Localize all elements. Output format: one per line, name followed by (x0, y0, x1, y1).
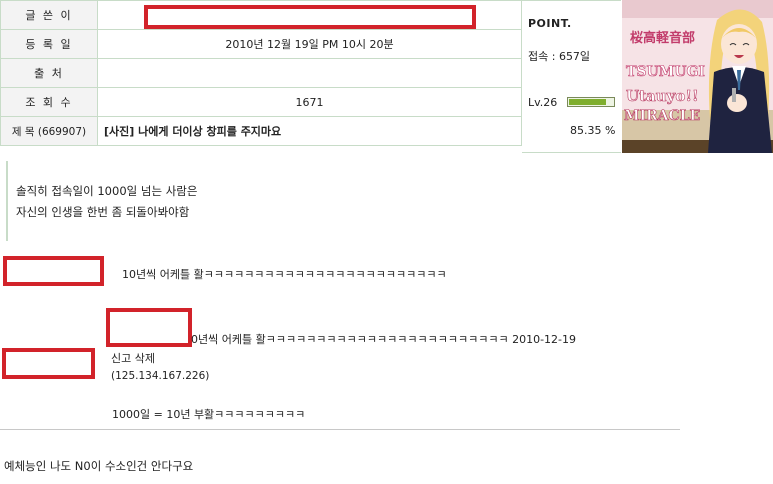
views-label: 조 회 수 (0, 87, 98, 117)
point-panel: POINT. 접속 : 657일 Lv.26 85.35 % (522, 0, 621, 153)
comment-divider (0, 429, 680, 430)
level-label: Lv.26 (528, 96, 558, 109)
source-label: 출 처 (0, 58, 98, 88)
subject-label: 제 목 (669907) (0, 116, 98, 146)
comment-1-author-redaction (3, 256, 104, 286)
report-link[interactable]: 신고 (111, 352, 131, 365)
comment-3-text: 1000일 = 10년 부활ㅋㅋㅋㅋㅋㅋㅋㅋㅋ (112, 408, 306, 421)
delete-link[interactable]: 삭제 (135, 352, 155, 365)
level-percent: 85.35 % (570, 124, 616, 137)
comment-2-text: 0년씩 어케틀 활ㅋㅋㅋㅋㅋㅋㅋㅋㅋㅋㅋㅋㅋㅋㅋㅋㅋㅋㅋㅋㅋㅋㅋㅋ 2010-1… (191, 333, 577, 346)
comment-2-author-redaction (106, 308, 192, 347)
user-avatar-image: 桜高軽音部 TSUMUGI Utauyo!! MIRACLE (622, 0, 773, 153)
visit-count: 접속 : 657일 (528, 50, 591, 63)
date-label: 등 록 일 (0, 29, 98, 59)
post-body: 솔직히 접속일이 1000일 넘는 사람은 자신의 인생을 한번 좀 되돌아봐야… (6, 161, 708, 241)
subject-value: [사진] 나에게 더이상 창피를 주지마요 (97, 116, 522, 146)
avatar-sign-text: 桜高軽音部 (630, 30, 695, 46)
point-title: POINT. (528, 17, 572, 30)
comment-3-author-redaction (2, 348, 95, 379)
comment-ip: (125.134.167.226) (111, 370, 210, 382)
avatar-name-text: TSUMUGI (626, 64, 705, 80)
level-progress-fill (569, 99, 607, 105)
avatar-song-text-1: Utauyo!! (626, 87, 699, 105)
comment-4-text: 예체능인 나도 N0이 수소인건 안다구요 (4, 459, 194, 473)
date-value: 2010년 12월 19일 PM 10시 20분 (97, 29, 522, 59)
writer-redaction-box (144, 5, 476, 29)
writer-label: 글 쓴 이 (0, 0, 98, 30)
comment-1-text: 10년씩 어케틀 활ㅋㅋㅋㅋㅋㅋㅋㅋㅋㅋㅋㅋㅋㅋㅋㅋㅋㅋㅋㅋㅋㅋㅋㅋ (122, 268, 447, 281)
views-value: 1671 (97, 87, 522, 117)
comment-actions: 신고 삭제 (111, 350, 155, 366)
avatar-song-text-2: MIRACLE (624, 108, 700, 124)
post-line-1: 솔직히 접속일이 1000일 넘는 사람은 (16, 184, 198, 198)
post-line-2: 자신의 인생을 한번 좀 되돌아봐야함 (16, 205, 190, 219)
source-value (97, 58, 522, 88)
level-progress-bar (567, 97, 615, 107)
